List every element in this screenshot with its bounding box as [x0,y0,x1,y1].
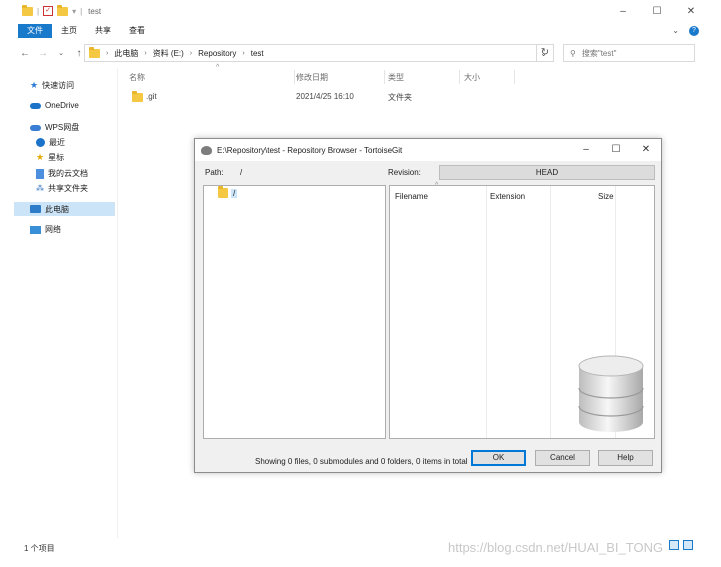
column-size[interactable]: Size [598,192,614,201]
back-icon[interactable]: ← [18,48,32,59]
nav-shared-folder[interactable]: ⁂ 共享文件夹 [36,183,88,194]
column-modified[interactable]: 修改日期 [296,72,328,83]
folder-icon [132,91,143,102]
breadcrumb-drive[interactable]: 资料 (E:) [153,48,184,59]
dialog-title: E:\Repository\test - Repository Browser … [217,145,403,155]
sort-ascending-icon: ^ [435,182,439,189]
nav-quick-access[interactable]: ★ 快速访问 [30,80,74,91]
cloud-icon [30,102,41,109]
sort-ascending-icon: ^ [216,64,220,71]
tortoisegit-icon [201,145,212,155]
computer-icon [30,205,41,213]
nav-starred[interactable]: ★ 星标 [36,152,64,163]
file-name: .git [146,92,157,101]
minimize-button[interactable]: – [617,6,629,17]
new-folder-icon[interactable] [57,4,69,16]
dialog-status: Showing 0 files, 0 submodules and 0 fold… [255,457,468,466]
share-icon: ⁂ [36,184,44,193]
star-icon: ★ [30,80,39,90]
properties-icon[interactable]: ✓ [43,6,54,16]
cancel-button[interactable]: Cancel [535,450,590,466]
revision-label: Revision: [388,168,421,177]
forward-icon[interactable]: → [36,48,50,59]
column-type[interactable]: 类型 [388,72,404,83]
clock-icon [36,138,45,147]
ok-button[interactable]: OK [471,450,526,466]
dialog-close-button[interactable]: ✕ [641,144,651,155]
title-bar: | ✓ ▾ | test – ☐ ✕ [14,0,707,24]
tree-root-label: / [231,188,238,198]
help-icon[interactable]: ? [689,26,699,36]
tree-root-item[interactable]: / [218,186,238,198]
nav-this-pc[interactable]: 此电脑 [14,202,115,216]
ribbon-tabs: 文件 主页 共享 查看 ⌄ ? [14,24,707,38]
wps-cloud-icon [30,124,41,131]
nav-wps[interactable]: WPS网盘 [30,122,79,133]
dialog-minimize-button[interactable]: – [581,144,591,155]
breadcrumb-repository[interactable]: Repository [198,49,236,58]
breadcrumb-this-pc[interactable]: 此电脑 [114,48,138,59]
repository-browser-dialog: E:\Repository\test - Repository Browser … [194,138,662,473]
column-filename[interactable]: Filename [395,192,428,201]
column-size[interactable]: 大小 [464,72,480,83]
database-icon [578,355,644,432]
address-bar[interactable]: › 此电脑 › 资料 (E:) › Repository › test ⌄ [84,44,554,62]
search-input[interactable] [581,48,682,58]
navigation-pane: ★ 快速访问 OneDrive WPS网盘 最近 ★ 星标 我的云文档 ⁂ 共享… [14,68,118,538]
path-label: Path: [205,168,224,177]
folder-icon [89,46,100,58]
repository-tree[interactable]: / [203,185,386,439]
help-button[interactable]: Help [598,450,653,466]
expand-ribbon-icon[interactable]: ⌄ [672,24,679,38]
large-icons-view-icon[interactable] [683,540,693,550]
tab-view[interactable]: 查看 [120,24,154,38]
nav-network[interactable]: 网络 [30,224,61,235]
watermark: https://blog.csdn.net/HUAI_BI_TONG [448,540,664,555]
window-title: test [88,6,102,16]
column-name[interactable]: 名称 [129,72,145,83]
network-icon [30,225,41,234]
folder-icon [22,4,33,16]
view-toggle [669,540,693,550]
recent-locations-icon[interactable]: ⌄ [54,49,68,57]
nav-my-cloud-docs[interactable]: 我的云文档 [36,168,88,179]
tab-file[interactable]: 文件 [18,24,52,38]
file-modified: 2021/4/25 16:10 [296,92,354,101]
file-row[interactable]: .git 2021/4/25 16:10 文件夹 [124,91,524,106]
close-button[interactable]: ✕ [685,6,697,17]
revision-button[interactable]: HEAD [439,165,655,180]
window-controls: – ☐ ✕ [617,6,697,17]
dialog-title-bar: E:\Repository\test - Repository Browser … [195,139,661,161]
details-view-icon[interactable] [669,540,679,550]
folder-icon [218,186,228,198]
document-icon [36,168,44,179]
star-icon: ★ [36,152,45,162]
dialog-maximize-button[interactable]: ☐ [611,144,621,155]
nav-onedrive[interactable]: OneDrive [30,101,79,110]
address-row: ← → ⌄ ↑ › 此电脑 › 资料 (E:) › Repository › t… [14,42,707,64]
breadcrumb-test[interactable]: test [251,49,264,58]
path-value: / [240,168,243,177]
refresh-button[interactable]: ↻ [536,44,554,62]
quick-access-toolbar: | ✓ ▾ | test [22,4,102,16]
customize-qat-icon[interactable]: ▾ [72,7,76,16]
tab-home[interactable]: 主页 [52,24,86,38]
status-bar-text: 1 个项目 [24,544,55,553]
column-extension[interactable]: Extension [490,192,525,201]
file-type: 文件夹 [388,93,412,102]
search-icon: ⚲ [570,48,576,58]
search-box[interactable]: ⚲ [563,44,695,62]
tab-share[interactable]: 共享 [86,24,120,38]
maximize-button[interactable]: ☐ [651,6,663,17]
nav-recent[interactable]: 最近 [36,137,65,148]
